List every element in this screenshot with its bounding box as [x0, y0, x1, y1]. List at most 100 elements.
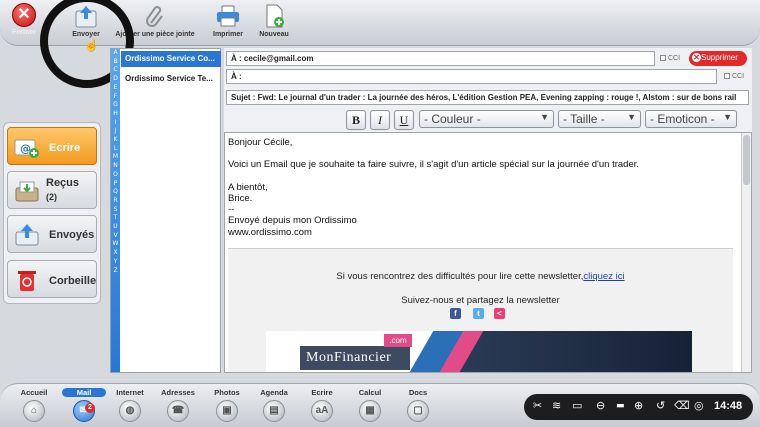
dock-calcul-icon: ▦	[359, 400, 381, 422]
alphabet-letter[interactable]: K	[111, 136, 120, 145]
body-name: Brice.	[228, 192, 253, 204]
dock-item-label: Adresses	[161, 388, 195, 397]
emoticon-select[interactable]: - Emoticon - ▼	[645, 110, 737, 128]
click-here-link[interactable]: cliquez ici	[583, 271, 624, 282]
inbox-icon	[14, 178, 40, 204]
alphabet-letter[interactable]: C	[111, 66, 120, 75]
volume-up-icon[interactable]: ⊕	[634, 399, 643, 412]
message-editor[interactable]: Bonjour Cécile, Voici un Email que je so…	[224, 132, 752, 373]
volume-down-icon[interactable]: ⊖	[596, 399, 605, 412]
twitter-icon[interactable]: t	[473, 308, 484, 319]
alphabet-letter[interactable]: I	[111, 119, 120, 128]
alphabet-letter[interactable]: L	[111, 145, 120, 154]
close-button[interactable]: ✕ Fermer	[4, 3, 44, 36]
size-select-value: - Taille -	[563, 112, 605, 126]
new-button[interactable]: Nouveau	[255, 3, 293, 38]
alphabet-letter[interactable]: Y	[111, 258, 120, 267]
alphabet-letter[interactable]: W	[111, 240, 120, 249]
nav-write[interactable]: @ Ecrire	[7, 127, 97, 165]
attach-button[interactable]: Ajouter une pièce jointe	[112, 3, 198, 38]
nav-trash-label: Corbeille	[49, 275, 97, 287]
nav-write-label: Ecrire	[49, 142, 81, 154]
delete-recipient-button[interactable]: ✕ Supprimer	[689, 51, 747, 66]
clock: 14:48	[714, 400, 743, 412]
alphabet-letter[interactable]: F	[111, 93, 120, 102]
size-select[interactable]: - Taille - ▼	[558, 110, 641, 128]
wifi-icon[interactable]: ≋	[552, 399, 561, 412]
alphabet-letter[interactable]: M	[111, 153, 120, 162]
rotate-icon[interactable]: ↺	[656, 399, 665, 412]
body-greeting: Bonjour Cécile,	[228, 137, 293, 148]
trash-icon	[14, 267, 40, 293]
cci-label: CCI	[668, 55, 681, 62]
body-separator: --	[228, 204, 235, 216]
dock-item-ecrire[interactable]: Ecrire aA	[300, 388, 344, 422]
subject-field[interactable]: Sujet : Fwd: Le journal d'un trader : La…	[226, 90, 749, 105]
help-icon[interactable]: ◎	[694, 399, 704, 412]
dock-item-accueil[interactable]: Accueil ⌂	[12, 388, 56, 422]
nav-sent[interactable]: Envoyés	[7, 215, 97, 253]
cci-checkbox-2[interactable]: CCI	[724, 73, 744, 80]
bold-button[interactable]: B	[346, 110, 366, 130]
nav-trash[interactable]: Corbeille	[7, 260, 97, 298]
dock-item-label: Docs	[408, 388, 428, 397]
battery-icon[interactable]: ▭	[572, 399, 582, 412]
alphabet-letter[interactable]: Z	[111, 267, 120, 276]
send-button[interactable]: Envoyer	[68, 3, 104, 38]
alphabet-letter[interactable]: D	[111, 75, 120, 84]
dock-item-mail[interactable]: Mail ✉ 2	[62, 388, 106, 422]
alphabet-letter[interactable]: U	[111, 223, 120, 232]
dock-item-adresses[interactable]: Adresses ☎	[156, 388, 200, 422]
alphabet-letter[interactable]: N	[111, 162, 120, 171]
nav-received-label: Reçus	[46, 177, 80, 189]
body-site: www.ordissimo.com	[228, 226, 312, 238]
tools-icon[interactable]: ✂	[533, 399, 542, 412]
nav-received[interactable]: Reçus (2)	[7, 171, 97, 209]
cci-checkbox[interactable]: CCI	[660, 55, 680, 62]
write-mail-icon: @	[14, 134, 40, 160]
alphabet-letter[interactable]: A	[111, 49, 120, 58]
alphabet-letter[interactable]: E	[111, 84, 120, 93]
dock-item-docs[interactable]: Docs ▢	[396, 388, 440, 422]
delete-icon: ✕	[692, 53, 701, 62]
chevron-down-icon: ▼	[540, 112, 549, 122]
alphabet-letter[interactable]: T	[111, 214, 120, 223]
dock-item-label: Accueil	[20, 388, 48, 397]
alphabet-letter[interactable]: H	[111, 110, 120, 119]
alphabet-letter[interactable]: V	[111, 232, 120, 241]
dock-item-calcul[interactable]: Calcul ▦	[348, 388, 392, 422]
dock-item-internet[interactable]: Internet ◍	[108, 388, 152, 422]
alphabet-letter[interactable]: Q	[111, 188, 120, 197]
new-document-icon	[261, 3, 287, 29]
dock-photos-icon: ▣	[216, 400, 238, 422]
print-button[interactable]: Imprimer	[208, 3, 248, 38]
alphabet-letter[interactable]: G	[111, 101, 120, 110]
sent-icon	[14, 222, 40, 248]
alphabet-letter[interactable]: P	[111, 180, 120, 189]
share-icon[interactable]: <	[494, 308, 505, 319]
contact-item[interactable]: Ordissimo Service Te...	[121, 71, 221, 87]
close-icon: ✕	[12, 3, 36, 27]
dock-agenda-icon: ▤	[263, 400, 285, 422]
trash-icon[interactable]: ⌫	[674, 399, 690, 412]
alphabet-letter[interactable]: O	[111, 171, 120, 180]
facebook-icon[interactable]: f	[450, 308, 461, 319]
newsletter-follow-text: Suivez-nous et partagez la newsletter	[401, 295, 560, 306]
new-label: Nouveau	[259, 31, 289, 38]
to-field-2[interactable]: À :	[226, 69, 717, 84]
editor-scrollbar[interactable]	[741, 133, 751, 372]
alphabet-letter[interactable]: B	[111, 58, 120, 67]
dock-item-agenda[interactable]: Agenda ▤	[252, 388, 296, 422]
color-select[interactable]: - Couleur - ▼	[419, 110, 554, 128]
to-field[interactable]: À : cecile@gmail.com	[226, 51, 655, 66]
underline-button[interactable]: U	[394, 110, 414, 130]
alphabet-letter[interactable]: S	[111, 206, 120, 215]
dock-item-photos[interactable]: Photos ▣	[205, 388, 249, 422]
newsletter-difficulty-text: Si vous rencontrez des difficultés pour …	[228, 271, 733, 282]
alphabet-letter[interactable]: R	[111, 197, 120, 206]
alphabet-letter[interactable]: X	[111, 249, 120, 258]
contact-item[interactable]: Ordissimo Service Co...	[121, 51, 221, 67]
alphabet-letter[interactable]: J	[111, 127, 120, 136]
italic-button[interactable]: I	[370, 110, 390, 130]
volume-level-icon: ▬	[616, 401, 625, 411]
